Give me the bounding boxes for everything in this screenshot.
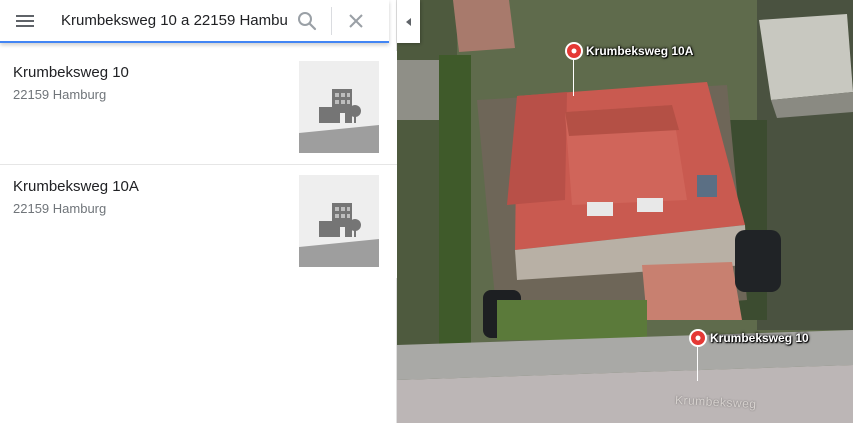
result-title: Krumbeksweg 10A — [13, 178, 139, 195]
satellite-map[interactable]: Krumbeksweg 10A Krumbeksweg 10 Krumbeksw… — [397, 0, 853, 423]
search-button[interactable] — [287, 1, 327, 41]
side-panel: Krumbeksweg 10 22159 Hamburg — [0, 0, 397, 423]
result-address: 22159 Hamburg — [13, 201, 107, 216]
search-input[interactable] — [61, 5, 287, 36]
collapse-panel-button[interactable] — [397, 0, 420, 43]
building-icon — [299, 89, 379, 153]
menu-button[interactable] — [0, 1, 50, 41]
satellite-imagery — [397, 0, 853, 423]
search-result[interactable]: Krumbeksweg 10A 22159 Hamburg — [0, 165, 397, 278]
building-icon — [299, 203, 379, 267]
pin-icon — [565, 42, 583, 60]
clear-search-button[interactable] — [336, 1, 376, 41]
marker-label[interactable]: Krumbeksweg 10A — [586, 44, 693, 58]
result-title: Krumbeksweg 10 — [13, 64, 129, 81]
search-divider — [331, 6, 332, 35]
search-icon — [298, 11, 317, 30]
marker-label[interactable]: Krumbeksweg 10 — [710, 331, 809, 345]
search-result[interactable]: Krumbeksweg 10 22159 Hamburg — [0, 51, 397, 164]
maps-app: Krumbeksweg 10 22159 Hamburg — [0, 0, 853, 423]
result-address: 22159 Hamburg — [13, 87, 107, 102]
map-marker[interactable] — [563, 40, 585, 96]
search-bar — [0, 0, 389, 43]
pin-icon — [689, 329, 707, 347]
map-marker[interactable] — [687, 327, 709, 381]
menu-icon — [16, 14, 34, 27]
chevron-left-icon — [405, 17, 411, 26]
result-thumbnail — [299, 61, 379, 153]
close-icon — [349, 13, 363, 28]
result-thumbnail — [299, 175, 379, 267]
